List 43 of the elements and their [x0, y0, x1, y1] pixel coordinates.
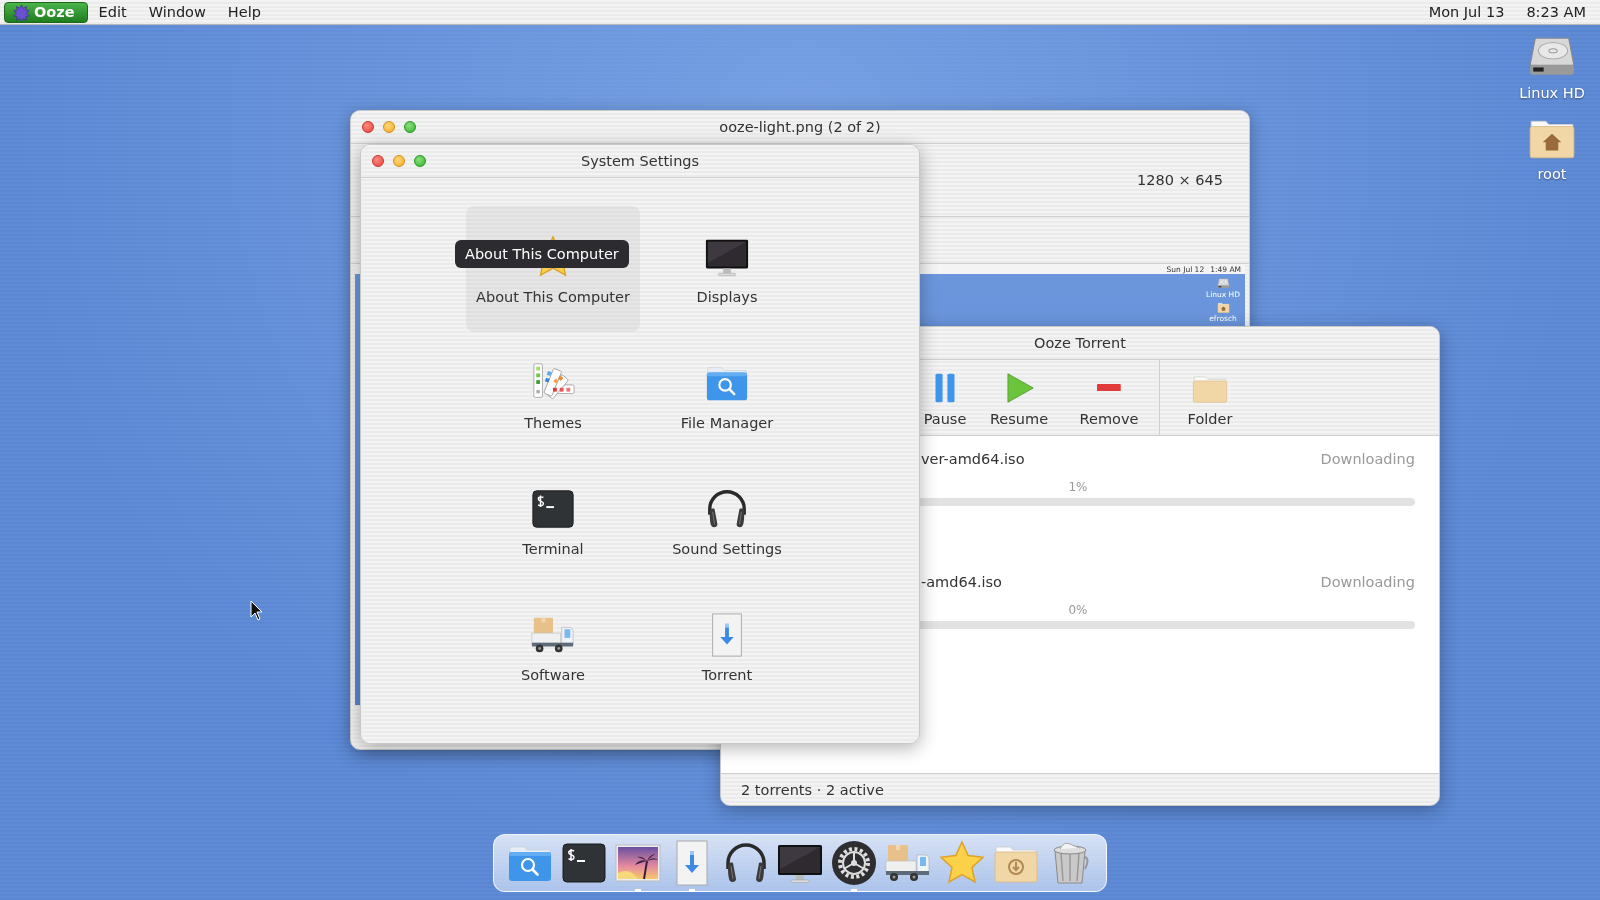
progress-percent: 1% — [1067, 480, 1089, 494]
torrent-name: -amd64.iso — [921, 574, 1002, 590]
settings-item[interactable]: Torrent — [640, 584, 814, 710]
minus-icon — [1097, 383, 1121, 392]
toolbar-button[interactable]: Resume — [979, 360, 1059, 435]
desktop-icon-label: root — [1537, 166, 1567, 182]
torrent-name: ver-amd64.iso — [921, 451, 1025, 467]
hard-drive-icon — [1216, 277, 1230, 290]
window-title: Ooze Torrent — [1034, 335, 1126, 351]
toolbar-button[interactable]: Remove — [1069, 360, 1149, 435]
settings-item[interactable]: File Manager — [640, 332, 814, 458]
menu-item[interactable]: Edit — [87, 0, 138, 25]
settings-item[interactable]: Sound Settings — [640, 458, 814, 584]
window-title: System Settings — [580, 153, 700, 169]
close-button[interactable] — [372, 155, 384, 167]
zoom-button[interactable] — [404, 121, 416, 133]
clock-text: 8:23 AM — [1525, 3, 1587, 22]
settings-item[interactable]: Themes — [466, 332, 640, 458]
date-text: Mon Jul 13 — [1427, 3, 1506, 22]
minimize-button[interactable] — [383, 121, 395, 133]
zoom-button[interactable] — [414, 155, 426, 167]
settings-item[interactable]: Terminal — [466, 458, 640, 584]
menu-item[interactable]: Window — [137, 0, 217, 25]
toolbar-button[interactable]: Folder — [1170, 360, 1250, 435]
splat-icon — [13, 3, 30, 21]
image-dimensions: 1280 × 645 — [1137, 172, 1223, 188]
torrent-status: Downloading — [1320, 574, 1415, 590]
settings-item[interactable]: Displays — [640, 206, 814, 332]
progress-percent: 0% — [1067, 603, 1089, 617]
desktop-icon-label: Linux HD — [1519, 85, 1585, 101]
home-folder-icon — [1216, 301, 1230, 314]
menu-item[interactable]: Help — [216, 0, 272, 25]
torrent-status: Downloading — [1320, 451, 1415, 467]
tooltip: About This Computer — [455, 240, 629, 268]
gear-icon[interactable] — [830, 839, 878, 887]
status-text: 2 torrents · 2 active — [741, 781, 884, 798]
cursor-icon — [250, 600, 263, 621]
settings-item[interactable]: Software — [466, 584, 640, 710]
minimize-button[interactable] — [393, 155, 405, 167]
app-menu[interactable]: Ooze — [4, 1, 88, 23]
close-button[interactable] — [362, 121, 374, 133]
window-title: ooze-light.png (2 of 2) — [719, 119, 881, 135]
toolbar-button[interactable]: Pause — [921, 360, 969, 435]
